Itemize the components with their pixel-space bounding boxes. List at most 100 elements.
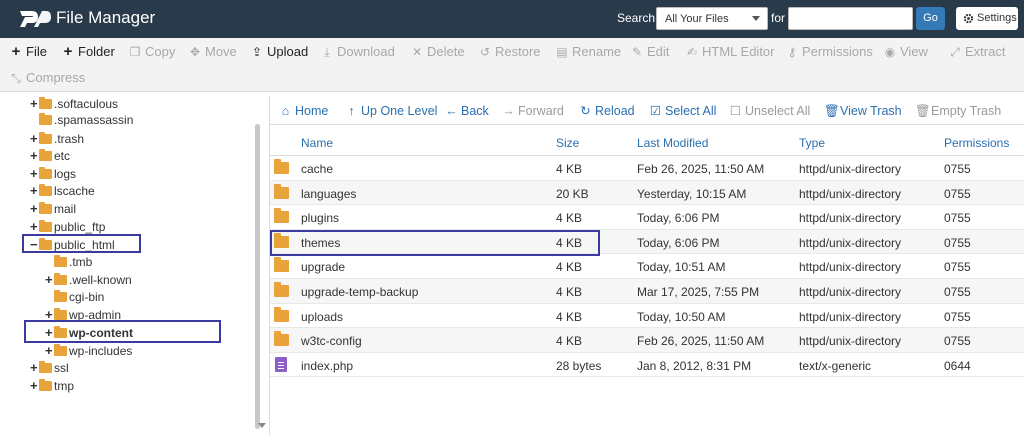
folder-icon [54, 290, 67, 302]
plus-icon: + [63, 43, 73, 60]
new-file-button[interactable]: + File [10, 42, 47, 62]
folder-icon [39, 132, 52, 144]
cell-last-modified: Today, 6:06 PM [637, 235, 720, 250]
view-button[interactable]: ◉ View [884, 42, 928, 62]
download-icon: ⤓ [324, 45, 330, 59]
folder-icon [39, 202, 52, 214]
folder-icon [39, 97, 52, 109]
new-folder-button[interactable]: + Folder [62, 42, 115, 62]
pencil-icon: ✎ [631, 45, 643, 59]
expand-plus-icon[interactable]: + [45, 271, 54, 288]
tree-item[interactable]: + mail [30, 200, 76, 217]
move-button[interactable]: ✥ Move [189, 42, 237, 62]
expand-plus-icon[interactable]: + [30, 200, 39, 217]
search-label: Search [617, 11, 656, 25]
copy-button[interactable]: ❐ Copy [129, 42, 176, 62]
home-label: Home [295, 104, 329, 118]
expand-plus-icon[interactable]: + [30, 130, 39, 147]
cell-permissions: 0644 [944, 358, 971, 373]
tree-scrollbar[interactable] [255, 124, 260, 429]
restore-button[interactable]: ↺ Restore [479, 42, 541, 62]
home-button[interactable]: ⌂ Home [279, 103, 329, 119]
table-row[interactable]: upgrade 4 KB Today, 10:51 AM httpd/unix-dir… [270, 254, 1024, 279]
tree-item-label: ssl [54, 361, 69, 375]
cell-type: httpd/unix-directory [799, 334, 902, 349]
view-trash-button[interactable]: 🗑View Trash [824, 103, 902, 119]
tree-item-label: .tmb [69, 255, 93, 269]
cpanel-logo-icon[interactable] [16, 7, 52, 31]
tree-item[interactable]: + lscache [30, 182, 95, 199]
compress-button[interactable]: ⤡ Compress [10, 68, 85, 88]
arrow-right-icon: → [502, 104, 515, 118]
back-button[interactable]: ← Back [445, 103, 489, 119]
column-header-name[interactable]: Name [301, 136, 333, 150]
column-header-permissions[interactable]: Permissions [944, 136, 1009, 150]
permissions-label: Permissions [802, 44, 873, 59]
edit-label: Edit [647, 44, 670, 59]
tree-item[interactable]: + public_ftp [30, 218, 105, 235]
key-icon: ⚷ [787, 45, 797, 59]
cell-type: httpd/unix-directory [799, 211, 902, 226]
empty-trash-button[interactable]: 🗑Empty Trash [915, 103, 1001, 119]
edit-button[interactable]: ✎ Edit [631, 42, 669, 62]
forward-button[interactable]: → Forward [502, 103, 564, 119]
rename-button[interactable]: ▤ Rename [556, 42, 621, 62]
tree-item[interactable]: + .softaculous [30, 95, 118, 112]
expand-plus-icon[interactable]: + [30, 359, 39, 376]
folder-icon [274, 282, 289, 297]
extract-button[interactable]: ⤢ Extract [949, 42, 1005, 62]
column-header-size[interactable]: Size [556, 136, 579, 150]
tree-item[interactable]: .tmb [45, 254, 92, 271]
table-row[interactable]: index.php 28 bytes Jan 8, 2012, 8:31 PM tex… [270, 353, 1024, 378]
tree-item[interactable]: cgi-bin [45, 289, 104, 306]
tree-item[interactable]: + tmp [30, 377, 74, 394]
expand-plus-icon[interactable]: + [30, 218, 39, 235]
html-editor-button[interactable]: ✍ HTML Editor [686, 42, 775, 62]
cell-size: 4 KB [556, 162, 583, 176]
expand-plus-icon[interactable]: + [30, 95, 39, 112]
arrow-left-icon: ← [445, 104, 458, 118]
go-button[interactable]: Go [916, 7, 945, 30]
tree-item[interactable]: + ssl [30, 359, 69, 376]
expand-plus-icon[interactable]: + [30, 182, 39, 199]
settings-label: Settings [977, 12, 1017, 24]
expand-plus-icon[interactable]: + [30, 165, 39, 182]
expand-plus-icon[interactable]: + [30, 377, 39, 394]
tree-item[interactable]: + .trash [30, 130, 84, 147]
tree-item-label: .trash [54, 132, 85, 146]
tree-item[interactable]: + etc [30, 147, 70, 164]
table-row[interactable]: w3tc-config 4 KB Feb 26, 2025, 11:50 AM htt… [270, 328, 1024, 353]
expand-plus-icon[interactable]: + [30, 147, 39, 164]
up-one-level-button[interactable]: ↑ Up One Level [345, 103, 437, 119]
tree-item[interactable]: .spamassassin [30, 112, 133, 129]
cell-type: httpd/unix-directory [799, 162, 902, 176]
tree-item[interactable]: + logs [30, 165, 76, 182]
column-header-last-modified[interactable]: Last Modified [637, 136, 708, 150]
permissions-button[interactable]: ⚷ Permissions [786, 42, 873, 62]
select-all-button[interactable]: ☑ Select All [649, 103, 717, 119]
table-row[interactable]: cache 4 KB Feb 26, 2025, 11:50 AM httpd/uni… [270, 156, 1024, 181]
cell-last-modified: Yesterday, 10:15 AM [637, 186, 747, 201]
search-input[interactable] [788, 7, 913, 30]
cell-type: httpd/unix-directory [799, 260, 902, 275]
delete-button[interactable]: ✕ Delete [411, 42, 465, 62]
tree-item-label: logs [54, 167, 77, 181]
reload-button[interactable]: ↻ Reload [579, 103, 634, 119]
table-row[interactable]: uploads 4 KB Today, 10:50 AM httpd/unix-dir… [270, 304, 1024, 329]
folder-icon [274, 331, 289, 347]
table-row[interactable]: upgrade-temp-backup 4 KB Mar 17, 2025, 7:5… [270, 279, 1024, 304]
search-scope-select[interactable]: All Your Files [656, 7, 768, 30]
upload-button[interactable]: ⇪ Upload [251, 42, 308, 62]
download-button[interactable]: ⤓ Download [321, 42, 394, 62]
settings-button[interactable]: Settings [956, 7, 1018, 30]
cell-permissions: 0755 [944, 162, 971, 176]
close-icon: ✕ [411, 45, 423, 59]
tree-item[interactable]: + wp-includes [45, 342, 132, 359]
expand-plus-icon[interactable]: + [45, 342, 54, 359]
table-row[interactable]: plugins 4 KB Today, 6:06 PM httpd/unix-dire… [270, 205, 1024, 230]
scroll-down-arrow-icon[interactable] [258, 423, 266, 428]
unselect-all-button[interactable]: ☐ Unselect All [729, 103, 810, 119]
column-header-type[interactable]: Type [799, 136, 825, 150]
table-row[interactable]: languages 20 KB Yesterday, 10:15 AM httpd/u… [270, 180, 1024, 206]
tree-item[interactable]: + .well-known [45, 271, 132, 288]
